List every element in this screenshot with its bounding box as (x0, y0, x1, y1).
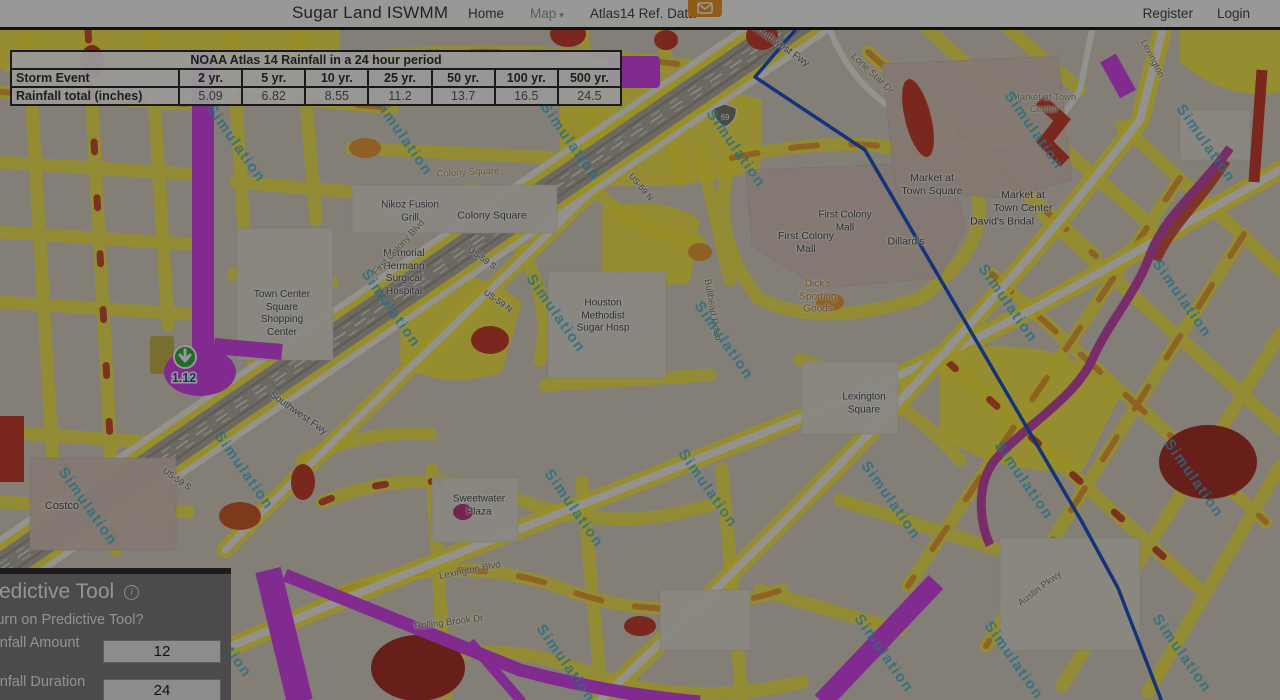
label-costco: Costco (45, 500, 79, 514)
predictive-tool-toggle-label: Turn on Predictive Tool? (0, 612, 221, 628)
envelope-icon (697, 2, 713, 14)
rainfall-amount-input[interactable] (103, 640, 221, 663)
alert-button[interactable] (688, 0, 722, 17)
app-title: Sugar Land ISWMM (292, 3, 448, 23)
rainfall-total-header: Rainfall total (inches) (11, 87, 179, 105)
label-austin-pkwy: Austin Pkwy (1016, 569, 1064, 610)
rainfall-value: 8.55 (305, 87, 368, 105)
label-rolling-brook-dr: Rolling Brook Dr (414, 613, 484, 633)
label-first-colony-blvd: First Colony Blvd (370, 218, 428, 279)
col-header: 2 yr. (179, 69, 242, 87)
nav-item-home[interactable]: Home (468, 6, 504, 21)
label-memorial-hermann: Memorial Hermann Surgical Hospital (383, 248, 424, 298)
rainfall-duration-input[interactable] (103, 679, 221, 700)
label-colony-square-street: Colony Square (436, 165, 499, 180)
label-dillards: Dillard's (887, 235, 924, 248)
label-market-town-center: Market at Town Center (994, 189, 1053, 215)
label-southwest-fwy-1: Southwest Fwy (267, 389, 330, 438)
info-icon[interactable]: i (124, 585, 139, 600)
login-link[interactable]: Login (1217, 6, 1250, 21)
label-bullhead-road: Bullhead Road (701, 278, 724, 341)
nav-item-atlas14[interactable]: Atlas14 Ref. Data (590, 6, 696, 21)
rainfall-amount-row: Rainfall Amount (in) (0, 635, 221, 667)
chevron-down-icon: ▾ (559, 10, 564, 20)
col-header: 25 yr. (368, 69, 431, 87)
storm-event-header: Storm Event (11, 69, 179, 87)
rainfall-duration-label: Rainfall Duration (hr) (0, 674, 103, 700)
rainfall-value: 13.7 (432, 87, 495, 105)
label-us59-n-1: US-59 N (482, 287, 515, 314)
rainfall-table: NOAA Atlas 14 Rainfall in a 24 hour peri… (10, 50, 622, 106)
label-market-town-square: Market at Town Square (901, 172, 962, 198)
label-town-center-square: Town Center Square Shopping Center (254, 289, 310, 339)
register-link[interactable]: Register (1143, 6, 1193, 21)
table-row: Storm Event 2 yr. 5 yr. 10 yr. 25 yr. 50… (11, 69, 621, 87)
rainfall-table-title: NOAA Atlas 14 Rainfall in a 24 hour peri… (11, 51, 621, 69)
col-header: 100 yr. (495, 69, 558, 87)
label-lexington-blvd: Lexington Blvd (438, 559, 501, 583)
nav-menu: Home Map▾ Atlas14 Ref. Data (468, 6, 696, 21)
col-header: 10 yr. (305, 69, 368, 87)
nav-item-map[interactable]: Map▾ (530, 6, 564, 21)
col-header: 500 yr. (558, 69, 621, 87)
label-first-colony-mall-1: First Colony Mall (818, 210, 871, 235)
label-lexington-square: Lexington Square (842, 392, 885, 417)
label-dicks-sporting-goods: Dick's Sporting Goods (799, 278, 836, 316)
label-first-colony-mall-2: First Colony Mall (778, 230, 834, 256)
label-lexington-top: Lexington (1137, 38, 1166, 80)
label-us59-s-1: US-59 S (466, 244, 498, 271)
rainfall-amount-label: Rainfall Amount (in) (0, 635, 103, 667)
label-lone-star-dr: Lone Star Dr (848, 51, 896, 96)
rainfall-value: 16.5 (495, 87, 558, 105)
label-us59-s-2: US-59 S (161, 465, 193, 492)
predictive-tool-panel: Predictive Tool i Turn on Predictive Too… (0, 568, 231, 700)
rainfall-duration-row: Rainfall Duration (hr) (0, 674, 221, 700)
label-nikoz-fusion-grill: Nikoz Fusion Grill (381, 200, 439, 225)
table-row: Rainfall total (inches) 5.09 6.82 8.55 1… (11, 87, 621, 105)
label-houston-methodist: Houston Methodist Sugar Hosp (577, 297, 630, 335)
top-navbar: Sugar Land ISWMM Home Map▾ Atlas14 Ref. … (0, 0, 1280, 30)
col-header: 5 yr. (242, 69, 305, 87)
label-market-town-center-green: Market at Town Center (1012, 92, 1076, 116)
rainfall-value: 11.2 (368, 87, 431, 105)
rainfall-value: 5.09 (179, 87, 242, 105)
label-sweetwater-plaza: Sweetwater Plaza (453, 494, 505, 519)
rainfall-value: 24.5 (558, 87, 621, 105)
app-root: { "navbar": { "title": "Sugar Land ISWMM… (0, 0, 1280, 700)
label-us59-n-2: US-59 N (626, 171, 655, 203)
rainfall-value: 6.82 (242, 87, 305, 105)
predictive-tool-title: Predictive Tool (0, 580, 114, 604)
nav-right: Register Login (1143, 6, 1250, 21)
col-header: 50 yr. (432, 69, 495, 87)
label-davids-bridal: David's Bridal (970, 215, 1034, 228)
label-colony-square: Colony Square (457, 209, 526, 222)
label-southwest-fwy-2: Southwest Fwy (749, 30, 812, 71)
